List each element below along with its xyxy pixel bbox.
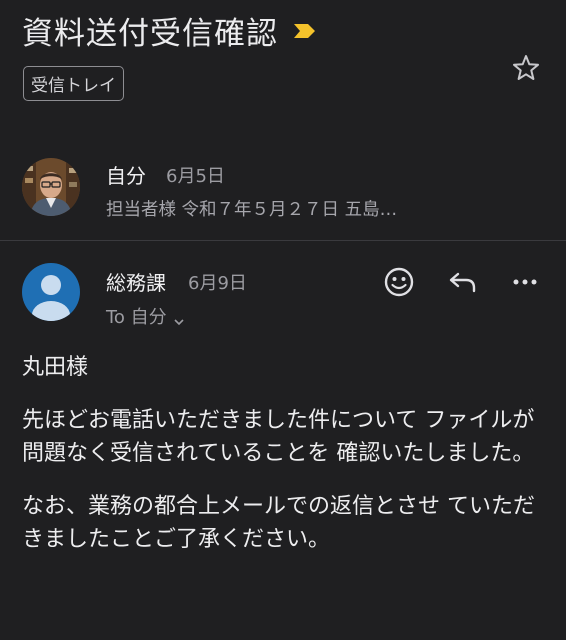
email-subject: 資料送付受信確認	[22, 16, 278, 52]
importance-marker-icon[interactable]	[292, 21, 318, 41]
subject-row: 資料送付受信確認	[22, 8, 546, 53]
sender-name: 自分	[106, 164, 146, 188]
message-snippet: 担当者様 令和７年５月２７日 五島…	[106, 200, 398, 220]
label-chip-inbox[interactable]: 受信トレイ	[23, 66, 124, 101]
emoji-reaction-icon[interactable]	[382, 265, 416, 299]
email-thread-view: 資料送付受信確認 受信トレイ 自分 6月5日 担当者様 令和７年５月２７日 五島…	[0, 0, 566, 640]
body-paragraph: なお、業務の都合上メールでの返信とさせ ていただきましたことご了承ください。	[22, 493, 535, 553]
body-paragraph: 先ほどお電話いただきました件について ファイルが問題なく受信されていることを 確…	[22, 407, 535, 467]
body-paragraph: 丸田様	[22, 355, 89, 380]
sender-name: 総務課	[106, 271, 166, 295]
collapsed-message[interactable]: 自分 6月5日 担当者様 令和７年５月２７日 五島…	[0, 148, 566, 240]
divider	[0, 240, 566, 241]
more-options-icon[interactable]	[508, 265, 542, 299]
message-date: 6月5日	[166, 166, 225, 187]
message-date: 6月9日	[188, 273, 247, 294]
recipient-line: To 自分	[106, 307, 167, 328]
message-body: 丸田様 先ほどお電話いただきました件について ファイルが問題なく受信されているこ…	[22, 351, 552, 576]
avatar	[22, 263, 80, 321]
avatar	[22, 158, 80, 216]
reply-icon[interactable]	[446, 265, 480, 299]
recipient-details-toggle[interactable]: To 自分	[106, 303, 185, 329]
chevron-down-icon	[173, 311, 185, 326]
star-icon[interactable]	[512, 54, 540, 82]
